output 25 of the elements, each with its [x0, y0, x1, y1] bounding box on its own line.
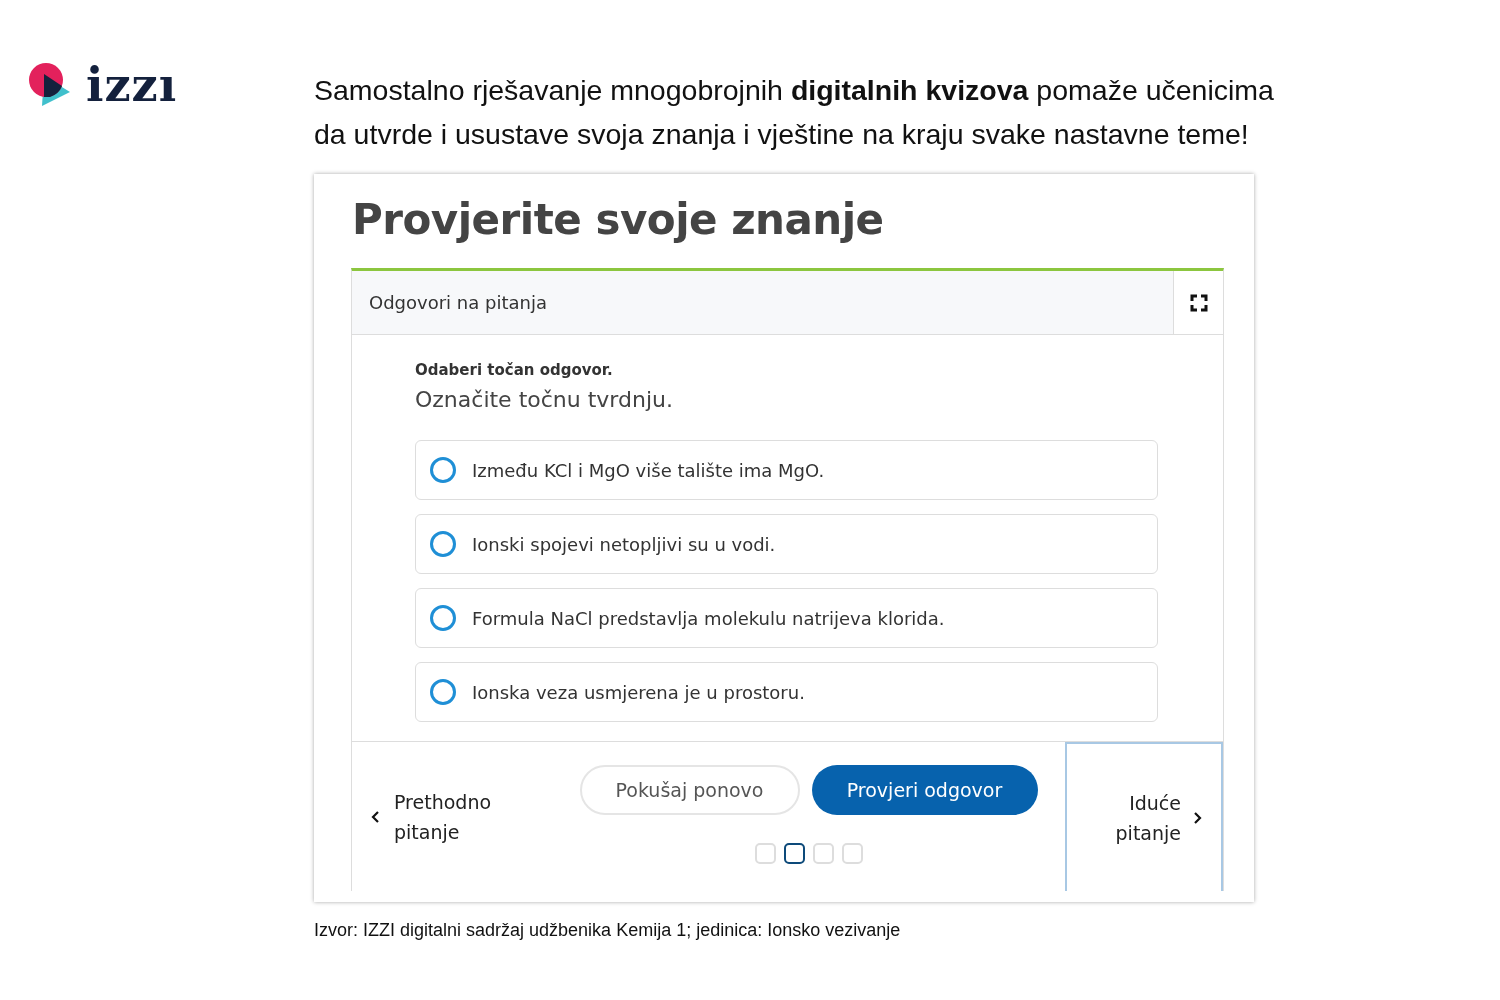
fullscreen-icon	[1189, 293, 1208, 312]
radio-button[interactable]	[430, 605, 456, 631]
source-caption: Izvor: IZZI digitalni sadržaj udžbenika Kemija 1; jedinica: Ionsko vezivanje	[314, 920, 901, 941]
answer-option[interactable]: Ionski spojevi netopljivi su u vodi.	[415, 514, 1158, 574]
fullscreen-button[interactable]	[1173, 271, 1223, 334]
question: Označite točnu tvrdnju.	[415, 387, 674, 412]
previous-question-button[interactable]: Prethodno pitanje	[352, 742, 552, 891]
radio-button[interactable]	[430, 531, 456, 557]
logo-icon	[28, 62, 72, 108]
radio-button[interactable]	[430, 457, 456, 483]
page-indicator[interactable]	[783, 843, 805, 864]
instruction: Odaberi točan odgovor.	[415, 361, 614, 379]
chevron-right-icon	[1193, 810, 1203, 825]
panel-title: Odgovori na pitanja	[369, 292, 547, 313]
retry-button[interactable]: Pokušaj ponovo	[579, 765, 800, 815]
answer-option[interactable]: Između KCl i MgO više talište ima MgO.	[415, 440, 1158, 500]
next-question-button[interactable]: Iduće pitanje	[1065, 742, 1223, 891]
logo-wordmark: izzı	[86, 62, 178, 108]
answer-option[interactable]: Ionska veza usmjerena je u prostoru.	[415, 662, 1158, 722]
check-answer-button[interactable]: Provjeri odgovor	[811, 765, 1038, 815]
quiz-title: Provjerite svoje znanje	[352, 196, 885, 246]
headline: Samostalno rješavanje mnogobrojnih digitalnih kvizova pomaže učenicima da utvrde i usustave svoja znanja i vještine na kraju svake nastavne teme!	[314, 73, 1275, 152]
chevron-left-icon	[370, 809, 380, 824]
radio-button[interactable]	[430, 679, 456, 705]
answer-option[interactable]: Formula NaCl predstavlja molekulu natrijeva klorida.	[415, 588, 1158, 648]
